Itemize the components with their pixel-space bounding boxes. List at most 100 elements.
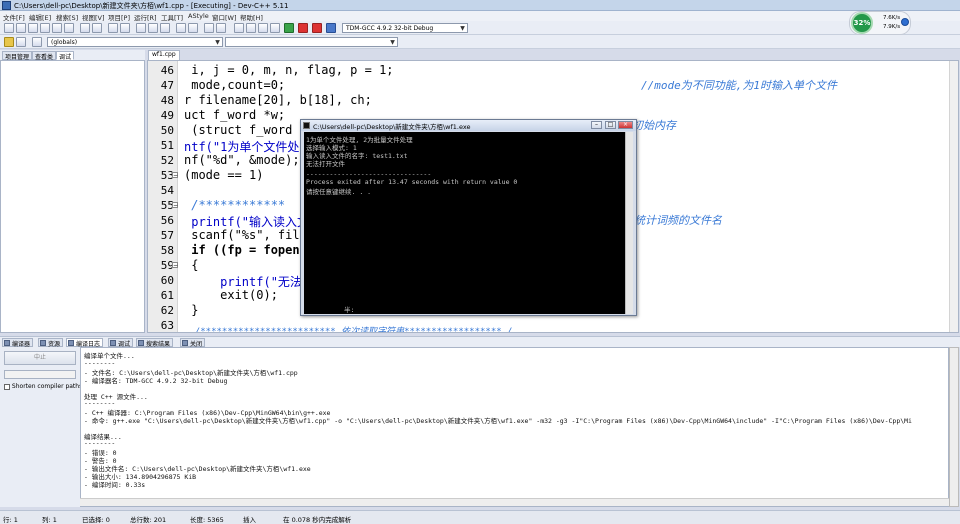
toggle-bookmark-icon[interactable] [160, 23, 170, 33]
compile-progress-bar [4, 370, 76, 379]
line-number: 48 [160, 94, 174, 107]
tab-project[interactable]: 项目管理 [2, 51, 33, 61]
tab-compile-log[interactable]: 编译日志 [66, 338, 104, 348]
compile-run-icon[interactable] [258, 23, 268, 33]
editor-scrollbar[interactable] [949, 61, 958, 332]
status-bar: 行: 1 列: 1 已选择: 0 总行数: 201 长度: 5365 插入 在 … [0, 510, 960, 524]
inline-comment: 初始内存 [632, 119, 676, 132]
save-icon[interactable] [28, 23, 38, 33]
devcpp-app-icon [2, 1, 11, 10]
code-line: mode,count=0; [184, 78, 286, 92]
line-number: 51 [160, 139, 174, 152]
status-total-lines: 总行数: 201 [130, 516, 167, 524]
jump-icon[interactable] [16, 37, 26, 47]
inline-comment: //mode为不同功能,为1时输入单个文件 [641, 79, 837, 92]
syntax-check-icon[interactable] [284, 23, 294, 33]
console-titlebar[interactable]: C:\Users\dell-pc\Desktop\新建文件夹\方栢\wf1.ex… [301, 120, 636, 131]
close-file-icon[interactable] [52, 23, 62, 33]
title-bar: C:\Users\dell-pc\Desktop\新建文件夹\方栢\wf1.cp… [0, 0, 960, 11]
tab-resources[interactable]: 资源 [38, 338, 64, 348]
scope-select-value: (globals) [51, 39, 78, 46]
scope-select[interactable]: (globals) ▼ [47, 37, 223, 47]
inline-comment: 统计词频的文件名 [634, 214, 722, 227]
tab-debug[interactable]: 调试 [56, 51, 75, 61]
new-project-icon[interactable] [136, 23, 146, 33]
insert-icon[interactable] [148, 23, 158, 33]
toggle-comment-icon[interactable] [204, 23, 214, 33]
maximize-button[interactable]: □ [605, 121, 616, 129]
tab-search-results[interactable]: 搜索结果 [136, 338, 174, 348]
tab-debug-bottom[interactable]: 调试 [108, 338, 134, 348]
rebuild-icon[interactable] [270, 23, 280, 33]
console-line: 无法打开文件 [306, 160, 345, 168]
tab-classes[interactable]: 查看类 [32, 51, 57, 61]
menu-bar: 文件[F] 编辑[E] 搜索[S] 视图[V] 项目[P] 运行[R] 工具[T… [0, 11, 960, 22]
log-line: -------- [84, 399, 116, 407]
close-button[interactable]: × [618, 121, 633, 129]
log-line: -------- [84, 439, 116, 447]
class-browser-icon[interactable] [4, 37, 14, 47]
accelerate-icon[interactable] [901, 18, 909, 26]
compiler-select[interactable]: TDM-GCC 4.9.2 32-bit Debug ▼ [342, 23, 468, 33]
find-icon[interactable] [108, 23, 118, 33]
line-number: 63 [160, 319, 174, 332]
line-number: 59 [160, 259, 174, 272]
indent-icon[interactable] [176, 23, 186, 33]
debug-check-icon [110, 340, 116, 346]
compile-icon[interactable] [234, 23, 244, 33]
shorten-paths-option[interactable]: Shorten compiler paths [4, 383, 82, 390]
console-ime-status: 半: [344, 306, 355, 314]
undo-icon[interactable] [80, 23, 90, 33]
tab-wf1-cpp[interactable]: wf1.cpp [148, 50, 180, 60]
log-scrollbar[interactable] [949, 347, 959, 507]
chevron-down-icon: ▼ [390, 39, 395, 46]
new-class-icon[interactable] [32, 37, 42, 47]
code-line: (struct f_word *) [184, 123, 315, 137]
fold-marker-icon[interactable]: − [172, 262, 178, 269]
console-line: -------------------------------- [306, 170, 432, 178]
stop-execution-icon[interactable] [298, 23, 308, 33]
fold-marker-icon[interactable]: − [172, 202, 178, 209]
abort-compile-button[interactable]: 中止 [4, 351, 76, 365]
left-panel-tabs: 项目管理 查看类 调试 [0, 50, 145, 61]
line-number: 47 [160, 79, 174, 92]
replace-icon[interactable] [120, 23, 130, 33]
main-toolbar: TDM-GCC 4.9.2 32-bit Debug ▼ [0, 21, 960, 35]
line-number: 58 [160, 244, 174, 257]
code-line: exit(0); [184, 288, 278, 302]
open-file-icon[interactable] [16, 23, 26, 33]
console-output[interactable]: 1为单个文件处理, 2为批量文件处理 选择输入模式: 1 输入读入文件的名字: … [304, 132, 626, 314]
redo-icon[interactable] [92, 23, 102, 33]
symbol-select[interactable]: ▼ [225, 37, 398, 47]
console-line: 请按任意键继续. . . [306, 188, 372, 196]
save-all-icon[interactable] [40, 23, 50, 33]
checkbox[interactable] [4, 383, 10, 390]
console-title: C:\Users\dell-pc\Desktop\新建文件夹\方栢\wf1.ex… [313, 123, 471, 131]
print-icon[interactable] [64, 23, 74, 33]
profile-icon[interactable] [326, 23, 336, 33]
compile-log-panel[interactable]: 编译单个文件... -------- - 文件名: C:\Users\dell-… [80, 347, 949, 507]
cpu-usage-badge: 32% [851, 12, 873, 34]
line-number: 53 [160, 169, 174, 182]
tab-close[interactable]: 关闭 [180, 338, 206, 348]
line-number: 46 [160, 64, 174, 77]
code-line: { [184, 258, 199, 272]
log-horizontal-scrollbar[interactable] [80, 498, 949, 506]
chevron-down-icon: ▼ [460, 25, 465, 32]
status-selected: 已选择: 0 [82, 516, 110, 524]
debug-icon[interactable] [312, 23, 322, 33]
console-scrollbar[interactable] [625, 132, 633, 314]
new-file-icon[interactable] [4, 23, 14, 33]
unindent-icon[interactable] [188, 23, 198, 33]
line-number: 60 [160, 274, 174, 287]
tab-compiler[interactable]: 编译器 [2, 338, 34, 348]
menu-astyle[interactable]: AStyle [188, 12, 209, 20]
fold-marker-icon[interactable]: − [172, 172, 178, 179]
download-speed: 7.9K/s [883, 24, 901, 30]
run-icon[interactable] [246, 23, 256, 33]
goto-icon[interactable] [216, 23, 226, 33]
minimize-button[interactable]: – [591, 121, 602, 129]
close-panel-icon [182, 340, 188, 346]
console-window[interactable]: C:\Users\dell-pc\Desktop\新建文件夹\方栢\wf1.ex… [300, 119, 637, 316]
status-col: 列: 1 [42, 516, 57, 524]
